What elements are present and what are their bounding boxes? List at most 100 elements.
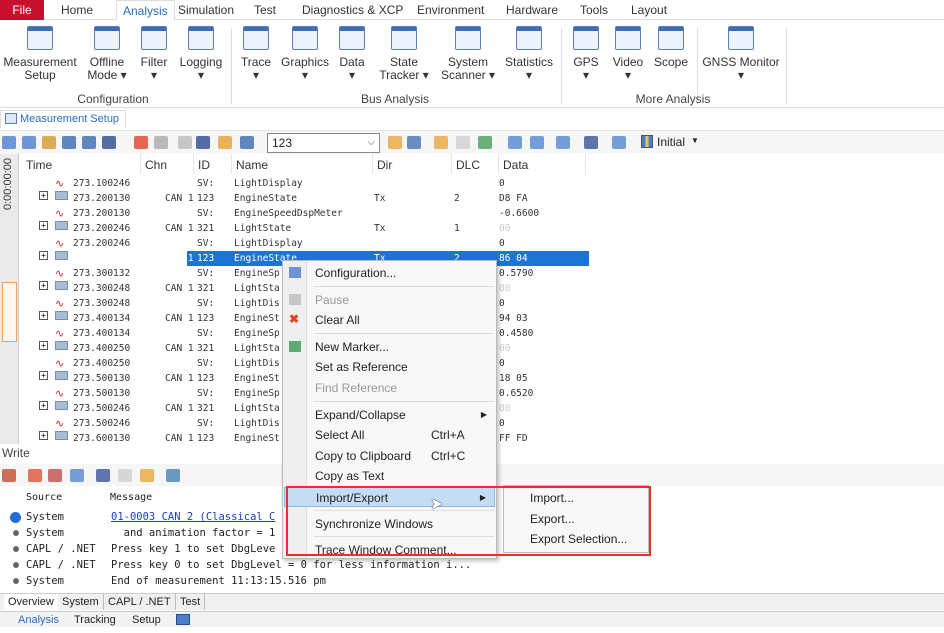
- layout-selector[interactable]: Initial: [657, 135, 685, 149]
- menu-item-select-all[interactable]: Select All Ctrl+A: [284, 425, 495, 445]
- expand-icon[interactable]: +: [39, 401, 48, 410]
- cell-data: 0: [499, 238, 505, 249]
- write-toolbar-icon[interactable]: [96, 469, 110, 482]
- scroll-marker[interactable]: [2, 282, 17, 342]
- menu-item-synchronize-windows[interactable]: Synchronize Windows: [284, 514, 495, 534]
- write-toolbar-icon[interactable]: [70, 469, 84, 482]
- menu-tab-simulation[interactable]: Simulation: [172, 0, 240, 20]
- write-tab-test[interactable]: Test: [176, 594, 206, 610]
- toolbar-icon[interactable]: [478, 136, 492, 149]
- expand-icon[interactable]: +: [39, 221, 48, 230]
- menu-tab-analysis[interactable]: Analysis: [116, 0, 175, 20]
- toolbar-icon[interactable]: [612, 136, 626, 149]
- menu-tab-hardware[interactable]: Hardware: [500, 0, 564, 20]
- menu-item-expand-collapse[interactable]: Expand/Collapse ▶: [284, 405, 495, 425]
- column-header-time[interactable]: Time: [22, 154, 141, 174]
- toolbar-icon[interactable]: [178, 136, 192, 149]
- toolbar-icon[interactable]: [434, 136, 448, 149]
- cell-data: 00: [499, 283, 511, 294]
- write-toolbar-icon[interactable]: [2, 469, 16, 482]
- trace-row[interactable]: ∿ 273.200246 SV: LightDisplay 0: [19, 236, 589, 251]
- write-toolbar-icon[interactable]: [166, 469, 180, 482]
- column-header-dlc[interactable]: DLC: [452, 154, 499, 174]
- toolbar-icon[interactable]: [388, 136, 402, 149]
- toolbar-icon[interactable]: [134, 136, 148, 149]
- write-tab-system[interactable]: System: [58, 594, 104, 610]
- column-header-chn[interactable]: Chn: [141, 154, 194, 174]
- toolbar-icon[interactable]: [196, 136, 210, 149]
- column-header-data[interactable]: Data: [499, 154, 586, 174]
- toolbar-icon[interactable]: [240, 136, 254, 149]
- new-page-icon[interactable]: [176, 614, 190, 625]
- column-header-message[interactable]: Message: [110, 492, 152, 503]
- column-header-source[interactable]: Source: [26, 492, 62, 503]
- toolbar-icon[interactable]: [556, 136, 570, 149]
- toolbar-icon[interactable]: [508, 136, 522, 149]
- menu-item-copy-to-clipboard[interactable]: Copy to Clipboard Ctrl+C: [284, 446, 495, 466]
- trace-row[interactable]: +273.200246 CAN 1 321 LightState Tx 1 00: [19, 221, 589, 236]
- toolbar-icon[interactable]: [584, 136, 598, 149]
- toolbar-icon[interactable]: [154, 136, 168, 149]
- ribbon-button-gnss-monitor[interactable]: GNSS Monitor ▾: [701, 26, 781, 82]
- write-tab-capl-net[interactable]: CAPL / .NET: [104, 594, 176, 610]
- search-combobox[interactable]: 123 ⌵: [267, 133, 380, 153]
- bottom-tab-setup[interactable]: Setup: [128, 612, 165, 628]
- tab-measurement-setup[interactable]: Measurement Setup: [0, 110, 127, 128]
- menu-tab-test[interactable]: Test: [248, 0, 282, 20]
- trace-row[interactable]: ∿ 273.100246 SV: LightDisplay 0: [19, 176, 589, 191]
- toolbar-icon[interactable]: [62, 136, 76, 149]
- write-toolbar-icon[interactable]: [140, 469, 154, 482]
- menu-item-clear-all[interactable]: ✖ Clear All: [284, 310, 495, 330]
- toolbar-icon[interactable]: [407, 136, 421, 149]
- toolbar-icon[interactable]: [218, 136, 232, 149]
- menu-item-copy-as-text[interactable]: Copy as Text: [284, 466, 495, 486]
- menu-item-set-as-reference[interactable]: Set as Reference: [284, 357, 495, 377]
- write-row[interactable]: System End of measurement 11:13:15.516 pm: [0, 573, 944, 589]
- toolbar-icon[interactable]: [530, 136, 544, 149]
- cell-data: -0.6600: [499, 208, 540, 219]
- expand-icon[interactable]: +: [39, 371, 48, 380]
- write-message: End of measurement 11:13:15.516 pm: [111, 575, 326, 587]
- ribbon-button-scope[interactable]: Scope: [631, 26, 711, 69]
- expand-icon[interactable]: +: [39, 281, 48, 290]
- trace-row[interactable]: ∿ 273.200130 SV: EngineSpeedDspMeter -0.6600: [19, 206, 589, 221]
- column-header-label: Dir: [377, 158, 393, 172]
- chevron-down-icon[interactable]: ▼: [691, 136, 699, 145]
- bottom-tab-tracking[interactable]: Tracking: [70, 612, 120, 628]
- expand-icon[interactable]: +: [39, 311, 48, 320]
- column-header-id[interactable]: ID: [194, 154, 232, 174]
- signal-icon: ∿: [55, 207, 65, 220]
- menu-tab-file[interactable]: File: [0, 0, 44, 20]
- expand-icon[interactable]: +: [39, 341, 48, 350]
- submenu-item-export[interactable]: Export...: [505, 509, 647, 529]
- write-toolbar-icon[interactable]: [118, 469, 132, 482]
- menu-tab-diagnostics-xcp[interactable]: Diagnostics & XCP: [296, 0, 409, 20]
- write-toolbar-icon[interactable]: [28, 469, 42, 482]
- toolbar-icon[interactable]: [102, 136, 116, 149]
- submenu-item-export-selection[interactable]: Export Selection...: [505, 529, 647, 549]
- toolbar-icon[interactable]: [22, 136, 36, 149]
- menu-tab-home[interactable]: Home: [55, 0, 99, 20]
- menu-item-trace-window-comment[interactable]: Trace Window Comment...: [284, 540, 495, 560]
- menu-item-new-marker[interactable]: New Marker...: [284, 337, 495, 357]
- toolbar-icon[interactable]: [456, 136, 470, 149]
- expand-icon[interactable]: +: [39, 191, 48, 200]
- write-message[interactable]: 01-0003 CAN 2 (Classical C: [111, 509, 275, 525]
- menu-tab-layout[interactable]: Layout: [625, 0, 673, 20]
- write-tab-overview[interactable]: Overview: [4, 594, 59, 610]
- column-header-dir[interactable]: Dir: [373, 154, 452, 174]
- trace-row[interactable]: +273.200130 CAN 1 123 EngineState Tx 2 D8 FA: [19, 191, 589, 206]
- menu-tab-tools[interactable]: Tools: [574, 0, 614, 20]
- menu-tab-environment[interactable]: Environment: [411, 0, 490, 20]
- toolbar-icon[interactable]: [42, 136, 56, 149]
- menu-item-configuration[interactable]: Configuration...: [284, 263, 495, 283]
- toolbar-icon[interactable]: [82, 136, 96, 149]
- bottom-tab-analysis[interactable]: Analysis: [14, 612, 63, 628]
- submenu-item-import[interactable]: Import...: [505, 488, 647, 508]
- write-toolbar-icon[interactable]: [48, 469, 62, 482]
- expand-icon[interactable]: +: [39, 431, 48, 440]
- expand-icon[interactable]: +: [39, 251, 48, 260]
- column-header-name[interactable]: Name: [232, 154, 373, 174]
- menu-item-import-export[interactable]: Import/Export ▶: [284, 487, 495, 507]
- toolbar-icon[interactable]: [2, 136, 16, 149]
